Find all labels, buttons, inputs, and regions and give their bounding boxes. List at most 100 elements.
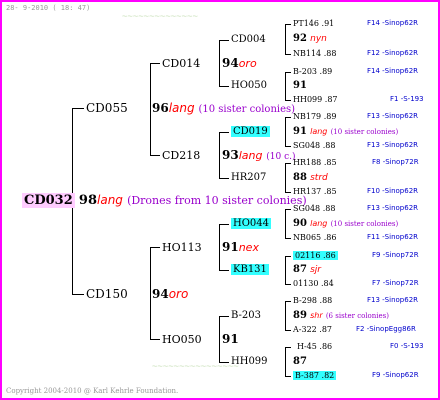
- gen4-row[interactable]: NB065 .86: [293, 234, 336, 242]
- root-gen-num: 98: [78, 193, 97, 208]
- footer-copyright: Copyright 2004-2010 @ Karl Kehrle Founda…: [6, 387, 179, 395]
- gen4-ref: F13 -Sinop62R: [367, 112, 419, 120]
- gen4-row[interactable]: HR137 .85: [293, 188, 337, 196]
- gen4-ref: F13 -Sinop62R: [367, 296, 419, 304]
- connector-line: [219, 224, 229, 225]
- gen4-ref: F13 -Sinop62R: [367, 204, 419, 212]
- gen3-id[interactable]: HR207: [231, 173, 266, 183]
- gen4-row[interactable]: B-298 .88: [293, 297, 332, 305]
- gen4-ref: F7 -Sinop72R: [372, 279, 419, 287]
- connector-line: [150, 247, 151, 339]
- root-id[interactable]: CD032: [22, 193, 75, 208]
- connector-line: [150, 155, 160, 156]
- connector-line: [219, 40, 220, 86]
- connector-line: [219, 362, 229, 363]
- gen2-id[interactable]: HO113: [162, 242, 202, 253]
- gen3-id[interactable]: CD019: [231, 126, 270, 137]
- pedigree-panel: ~~~~~~~~~~~~~~ ~~~~~~~~~~~~~~~~ 28- 9-20…: [0, 0, 440, 400]
- connector-line: [285, 146, 291, 147]
- gen4-row[interactable]: HR188 .85: [293, 159, 337, 167]
- gen1-id[interactable]: CD150: [86, 288, 128, 300]
- connector-line: [285, 330, 291, 331]
- connector-line: [285, 24, 291, 25]
- connector-line: [150, 63, 151, 155]
- gen1-id[interactable]: CD055: [86, 102, 128, 114]
- connector-line: [285, 24, 286, 54]
- connector-line: [285, 54, 291, 55]
- gen4-ref: F2 -SinopEgg86R: [356, 325, 416, 333]
- gen4-ref: F12 -Sinop62R: [367, 49, 419, 57]
- connector-line: [285, 301, 286, 330]
- gen2-id[interactable]: CD014: [162, 58, 200, 69]
- gen2-inbreeding: 91nex: [222, 240, 259, 254]
- gen4-row[interactable]: 02116 .86: [293, 251, 338, 260]
- gen4-ref: F9 -Sinop62R: [372, 371, 419, 379]
- gen3-id[interactable]: KB131: [231, 264, 269, 275]
- gen4-row[interactable]: SG048 .88: [293, 205, 335, 213]
- gen4-row[interactable]: 01130 .84: [293, 280, 334, 288]
- gen4-ref: F10 -Sinop62R: [367, 187, 419, 195]
- connector-line: [219, 86, 229, 87]
- connector-line: [219, 178, 229, 179]
- root-note: (Drones from 10 sister colonies): [127, 194, 307, 207]
- gen3-id[interactable]: HO044: [231, 218, 272, 229]
- connector-line: [285, 301, 291, 302]
- gen2-id[interactable]: CD218: [162, 150, 200, 161]
- connector-line: [285, 284, 291, 285]
- connector-line: [219, 132, 220, 178]
- connector-line: [72, 294, 84, 295]
- gen3-inbreeding: 89 shr (6 sister colonies): [293, 310, 389, 321]
- gen4-row[interactable]: NB179 .89: [293, 113, 336, 121]
- gen2-inbreeding: 93lang (10 c.): [222, 148, 296, 162]
- gen3-inbreeding: 88 strd: [293, 172, 328, 183]
- gen1-inbreeding: 96lang (10 sister colonies): [152, 101, 296, 115]
- connector-line: [285, 347, 286, 376]
- connector-line: [285, 117, 291, 118]
- connector-line: [150, 63, 160, 64]
- gen4-row[interactable]: PT146 .91: [293, 20, 334, 28]
- header-timestamp: 28- 9-2010 ( 18: 47): [6, 4, 91, 12]
- gen3-inbreeding: 87 sjr: [293, 264, 321, 275]
- gen4-ref: F14 -Sinop62R: [367, 19, 419, 27]
- gen3-id[interactable]: HO050: [231, 81, 267, 91]
- connector-line: [285, 72, 291, 73]
- gen4-ref: F14 -Sinop62R: [367, 67, 419, 75]
- gen4-ref: F13 -Sinop62R: [367, 141, 419, 149]
- connector-line: [285, 376, 291, 377]
- gen4-row[interactable]: H-45 .86: [297, 343, 332, 351]
- connector-line: [219, 316, 220, 362]
- connector-line: [219, 40, 229, 41]
- gen3-id[interactable]: B-203: [231, 311, 261, 321]
- gen4-row[interactable]: B-387 .82: [293, 371, 337, 380]
- root-row: CD032 98lang (Drones from 10 sister colo…: [22, 193, 307, 208]
- gen4-row[interactable]: B-203 .89: [293, 68, 332, 76]
- connector-line: [285, 72, 286, 100]
- connector-line: [285, 117, 286, 146]
- connector-line: [285, 347, 291, 348]
- connector-line: [285, 163, 291, 164]
- gen4-row[interactable]: HH099 .87: [293, 96, 338, 104]
- gen3-inbreeding: 90 lang (10 sister colonies): [293, 218, 399, 229]
- connector-line: [285, 209, 291, 210]
- gen4-ref: F1 -S-193: [390, 95, 424, 103]
- gen3-id[interactable]: HH099: [231, 357, 268, 367]
- connector-line: [150, 247, 160, 248]
- connector-line: [285, 209, 286, 238]
- gen3-inbreeding: 92 nyn: [293, 33, 327, 44]
- connector-line: [285, 256, 286, 284]
- connector-line: [285, 100, 291, 101]
- connector-line: [219, 270, 229, 271]
- gen3-id[interactable]: CD004: [231, 35, 266, 45]
- gen4-row[interactable]: NB114 .88: [293, 50, 336, 58]
- connector-line: [285, 163, 286, 192]
- gen4-row[interactable]: A-322 .87: [293, 326, 332, 334]
- gen2-id[interactable]: HO050: [162, 334, 202, 345]
- gen3-inbreeding: 91 lang (10 sister colonies): [293, 126, 399, 137]
- gen4-row[interactable]: SG048 .88: [293, 142, 335, 150]
- gen2-inbreeding: 94oro: [222, 56, 257, 70]
- connector-line: [72, 108, 84, 109]
- gen4-ref: F8 -Sinop72R: [372, 158, 419, 166]
- gen4-ref: F11 -Sinop62R: [367, 233, 419, 241]
- gen4-ref: F9 -Sinop72R: [372, 251, 419, 259]
- connector-line: [285, 238, 291, 239]
